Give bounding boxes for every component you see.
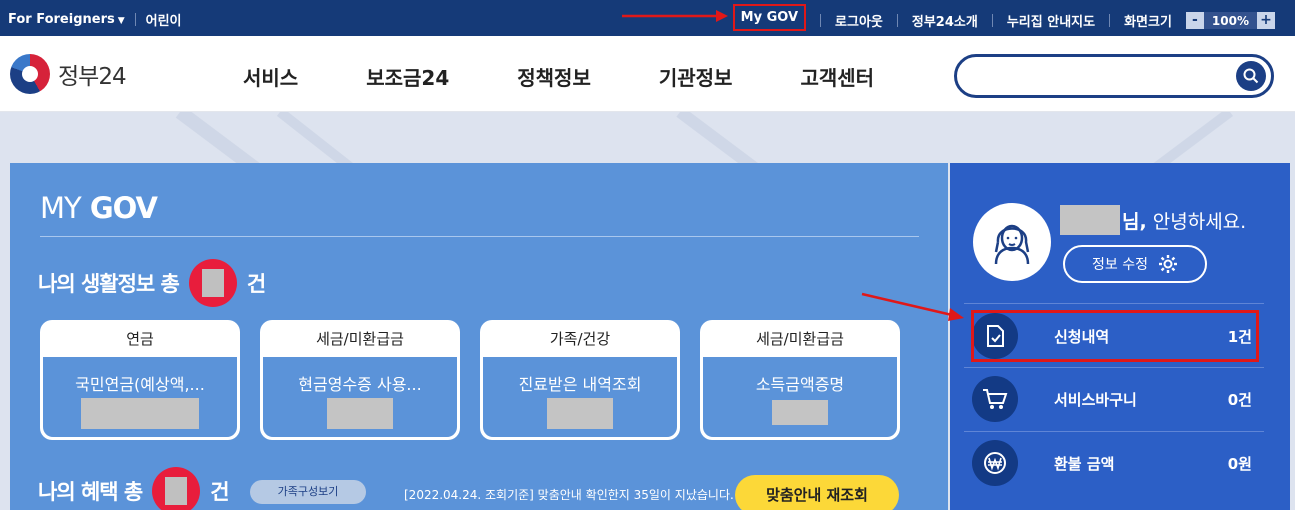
redacted-value (772, 400, 828, 425)
divider (820, 14, 822, 27)
for-foreigners-label: For Foreigners (8, 12, 115, 27)
life-info-card[interactable]: 가족/건강 진료받은 내역조회 (480, 320, 680, 440)
nav-services[interactable]: 서비스 (243, 62, 298, 91)
my-gov-link[interactable]: My GOV (732, 4, 807, 31)
edit-profile-button[interactable]: 정보 수정 (1063, 245, 1207, 283)
nav-subsidy24[interactable]: 보조금24 (366, 62, 449, 91)
nav-customer-center[interactable]: 고객센터 (800, 62, 874, 91)
greeting: 님, 안녕하세요. (1060, 205, 1246, 235)
kids-link[interactable]: 어린이 (146, 10, 182, 29)
life-info-label: 나의 생활정보 총 (38, 272, 180, 296)
life-info-unit: 건 (246, 272, 266, 296)
redacted-username (1060, 205, 1120, 235)
row-count: 0원 (1227, 454, 1252, 473)
card-title: 진료받은 내역조회 (518, 375, 642, 394)
card-title: 소득금액증명 (755, 375, 845, 394)
life-info-heading: 나의 생활정보 총 건 (38, 259, 266, 307)
divider (964, 431, 1264, 432)
refund-amount-row[interactable]: 환불 금액 0원 (972, 437, 1262, 489)
edit-profile-label: 정보 수정 (1092, 257, 1148, 273)
search-icon (1243, 68, 1259, 84)
card-title: 국민연금(예상액,... (75, 375, 205, 394)
search-input[interactable] (971, 65, 1221, 87)
service-cart-row[interactable]: 서비스바구니 0건 (972, 373, 1262, 425)
divider (1109, 14, 1111, 27)
benefit-heading: 나의 혜택 총 건 (38, 467, 230, 510)
benefit-label: 나의 혜택 총 (38, 480, 143, 504)
benefit-count-badge (152, 467, 201, 510)
annotation-arrow-icon (861, 292, 964, 321)
benefit-unit: 건 (210, 480, 229, 504)
annotation-arrow-icon (622, 10, 728, 22)
card-body: 소득금액증명 (703, 357, 897, 437)
won-icon (972, 440, 1018, 486)
my-gov-title: MY GOV (40, 191, 158, 225)
nav-policy-info[interactable]: 정책정보 (517, 62, 591, 91)
divider (964, 303, 1264, 304)
search-box (954, 54, 1274, 98)
screen-size-label: 화면크기 (1124, 15, 1172, 30)
card-category: 세금/미환급금 (316, 330, 404, 348)
redacted-value (547, 398, 613, 429)
my-gov-title-my: MY (40, 191, 82, 225)
reinquire-button[interactable]: 맞춤안내 재조회 (735, 475, 899, 510)
logo-text: 정부24 (58, 64, 127, 90)
title-divider (40, 236, 919, 237)
my-gov-panel: MY GOV 나의 생활정보 총 건 연금 국민연금(예상액,... 세금/미환… (10, 163, 948, 510)
user-avatar-icon (994, 224, 1030, 265)
card-category: 연금 (126, 330, 154, 348)
greeting-suffix: 님, (1122, 210, 1147, 233)
avatar (973, 203, 1051, 281)
for-foreigners-dropdown[interactable]: For Foreigners ▼ (8, 12, 125, 27)
logout-link[interactable]: 로그아웃 (835, 11, 883, 30)
family-view-button[interactable]: 가족구성보기 (250, 480, 366, 504)
my-gov-title-gov: GOV (89, 191, 158, 225)
card-title: 현금영수증 사용... (298, 375, 422, 394)
zoom-control: - 100% + (1185, 12, 1275, 29)
life-info-card[interactable]: 세금/미환급금 소득금액증명 (700, 320, 900, 440)
caret-down-icon: ▼ (117, 16, 125, 26)
life-info-card[interactable]: 세금/미환급금 현금영수증 사용... (260, 320, 460, 440)
row-label: 서비스바구니 (1054, 390, 1137, 409)
highlight-box (971, 310, 1259, 362)
life-info-card[interactable]: 연금 국민연금(예상액,... (40, 320, 240, 440)
greeting-text: 안녕하세요. (1152, 210, 1247, 233)
zoom-in-button[interactable]: + (1257, 12, 1275, 29)
taegeuk-logo-icon (10, 54, 50, 94)
gear-icon (1158, 255, 1177, 273)
redacted-value (81, 398, 199, 429)
card-category: 가족/건강 (549, 330, 611, 348)
cart-icon (972, 376, 1018, 422)
redacted-count (201, 269, 224, 297)
redacted-count (165, 477, 188, 505)
zoom-out-button[interactable]: - (1185, 12, 1204, 29)
divider (134, 13, 136, 26)
nav-agency-info[interactable]: 기관정보 (659, 62, 733, 91)
life-info-count-badge (188, 259, 237, 307)
site-header: 정부24 서비스 보조금24 정책정보 기관정보 고객센터 (0, 36, 1295, 112)
row-label: 환불 금액 (1054, 454, 1115, 473)
zoom-value: 100% (1211, 13, 1249, 28)
redacted-value (327, 398, 393, 429)
main-nav: 서비스 보조금24 정책정보 기관정보 고객센터 (243, 62, 874, 91)
divider (896, 14, 898, 27)
about-link[interactable]: 정부24소개 (912, 11, 978, 30)
site-logo[interactable]: 정부24 (10, 54, 127, 94)
divider (991, 14, 993, 27)
search-button[interactable] (1236, 61, 1266, 91)
divider (964, 367, 1264, 368)
row-count: 0건 (1227, 390, 1252, 409)
notice-text: [2022.04.24. 조회기준] 맞춤안내 확인한지 35일이 지났습니다. (404, 488, 734, 502)
sitemap-link[interactable]: 누리집 안내지도 (1007, 11, 1095, 30)
